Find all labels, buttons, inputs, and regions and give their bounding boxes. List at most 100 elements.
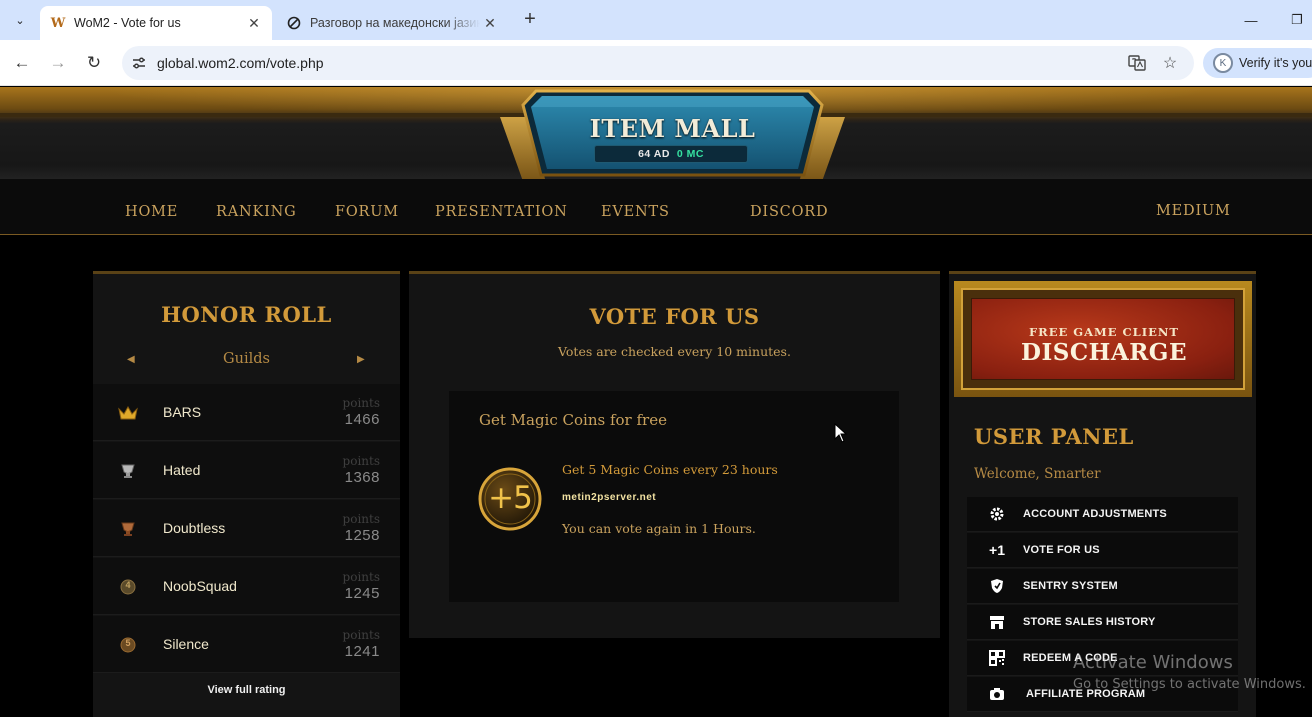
guild-points: 1245	[344, 585, 380, 602]
table-row[interactable]: 4 NoobSquad points 1245	[93, 558, 400, 615]
item-mall-button[interactable]: ITEM MALL 64 AD 0 MC	[500, 87, 845, 187]
browser-toolbar: ← → ↻ global.wom2.com/vote.php ☆ K Verif…	[0, 40, 1312, 86]
nav-ranking[interactable]: RANKING	[216, 204, 297, 220]
website: ITEM MALL 64 AD 0 MC HOME RANKING FORUM …	[0, 87, 1312, 717]
vote-reward-text: Get 5 Magic Coins every 23 hours	[562, 462, 778, 477]
menu-label: SENTRY SYSTEM	[1023, 580, 1118, 592]
vote-panel: VOTE FOR US Votes are checked every 10 m…	[409, 271, 940, 638]
nav-home[interactable]: HOME	[125, 204, 178, 220]
nav-forum[interactable]: FORUM	[335, 204, 399, 220]
table-row[interactable]: Hated points 1368	[93, 442, 400, 499]
openai-favicon-icon	[286, 15, 302, 31]
view-full-rating-link[interactable]: View full rating	[93, 684, 400, 696]
table-row[interactable]: BARS points 1466	[93, 384, 400, 441]
minimize-window-icon[interactable]: ―	[1239, 8, 1263, 32]
tab-macedonian-chat[interactable]: Разговор на македонски јазик ✕	[276, 6, 508, 40]
crown-icon	[118, 404, 138, 422]
guild-points: 1241	[344, 643, 380, 660]
menu-label: VOTE FOR US	[1023, 544, 1100, 556]
user-panel-title: USER PANEL	[974, 424, 1134, 449]
rank-number: 4	[125, 580, 131, 590]
coin-balance: 64 AD 0 MC	[594, 145, 748, 163]
vote-cooldown-text: You can vote again in 1 Hours.	[562, 521, 756, 536]
activate-windows-watermark: Activate Windows	[1073, 652, 1233, 673]
plus-five-coin-icon[interactable]: +5	[478, 467, 542, 531]
close-tab-icon[interactable]: ✕	[480, 13, 500, 33]
vote-site-card: Get Magic Coins for free +5 Get 5 Magic …	[449, 391, 899, 602]
points-label: points	[342, 570, 380, 584]
site-settings-icon[interactable]	[130, 54, 148, 72]
gear-icon	[987, 505, 1007, 523]
menu-label: ACCOUNT ADJUSTMENTS	[1023, 508, 1167, 520]
tab-list-button[interactable]: ⌄	[8, 8, 32, 32]
back-arrow-icon[interactable]: ←	[10, 51, 34, 75]
ad-balance: 64 AD	[638, 148, 670, 160]
close-tab-icon[interactable]: ✕	[244, 13, 264, 33]
shield-icon	[987, 577, 1007, 595]
honor-roll-category: Guilds	[223, 351, 270, 367]
welcome-text: Welcome, Smarter	[974, 466, 1101, 482]
rank-number: 5	[125, 638, 131, 648]
points-label: points	[342, 628, 380, 642]
nav-medium[interactable]: MEDIUM	[1156, 203, 1231, 219]
table-row[interactable]: 5 Silence points 1241	[93, 616, 400, 673]
guild-name: Hated	[163, 462, 201, 478]
coin-badge: +5	[488, 480, 533, 516]
download-client-banner[interactable]: FREE GAME CLIENT DISCHARGE	[954, 281, 1252, 397]
maximize-window-icon[interactable]: ❐	[1285, 8, 1309, 32]
translate-icon[interactable]	[1127, 53, 1147, 73]
menu-item-vote-for-us[interactable]: +1 VOTE FOR US	[967, 533, 1238, 568]
wom2-favicon-icon: W	[50, 15, 66, 31]
item-mall-title: ITEM MALL	[589, 114, 756, 143]
vote-subtitle: Votes are checked every 10 minutes.	[558, 344, 791, 359]
plus-one-icon: +1	[989, 542, 1005, 558]
rank-5-icon: 5	[118, 636, 138, 654]
browser-tab-bar: ⌄ W WoM2 - Vote for us ✕ Разговор на мак…	[0, 0, 1312, 40]
menu-item-store-sales-history[interactable]: STORE SALES HISTORY	[967, 605, 1238, 640]
guild-points: 1466	[344, 411, 380, 428]
guild-points: 1368	[344, 469, 380, 486]
user-panel: FREE GAME CLIENT DISCHARGE USER PANEL We…	[949, 271, 1256, 717]
profile-avatar: K	[1213, 53, 1233, 73]
main-navigation: HOME RANKING FORUM PRESENTATION EVENTS D…	[0, 179, 1312, 235]
menu-item-sentry-system[interactable]: SENTRY SYSTEM	[967, 569, 1238, 604]
mc-balance: 0 MC	[676, 148, 704, 160]
new-tab-button[interactable]: +	[520, 9, 540, 30]
rank-4-icon: 4	[118, 578, 138, 596]
guild-name: NoobSquad	[163, 578, 237, 594]
banner-subtitle: FREE GAME CLIENT	[1029, 325, 1179, 339]
profile-verify-chip[interactable]: K Verify it's you	[1203, 48, 1312, 78]
menu-item-account-adjustments[interactable]: ACCOUNT ADJUSTMENTS	[967, 497, 1238, 532]
camera-icon	[987, 685, 1007, 703]
nav-events[interactable]: EVENTS	[601, 204, 670, 220]
nav-presentation[interactable]: PRESENTATION	[435, 204, 568, 220]
honor-roll-panel: HONOR ROLL ◀ Guilds ▶ BARS points 1466 H…	[93, 271, 400, 717]
vote-site-link[interactable]: metin2pserver.net	[562, 492, 656, 503]
nav-discord[interactable]: DISCORD	[750, 204, 828, 220]
tab-wom2-vote[interactable]: W WoM2 - Vote for us ✕	[40, 6, 272, 40]
table-row[interactable]: Doubtless points 1258	[93, 500, 400, 557]
bookmark-star-icon[interactable]: ☆	[1160, 53, 1180, 73]
vote-title: VOTE FOR US	[589, 304, 760, 329]
menu-label: STORE SALES HISTORY	[1023, 616, 1156, 628]
guild-name: Doubtless	[163, 520, 226, 536]
url-text: global.wom2.com/vote.php	[157, 55, 324, 71]
bronze-cup-icon	[118, 520, 138, 538]
chevron-down-icon: ⌄	[15, 14, 25, 27]
forward-arrow-icon[interactable]: →	[46, 51, 70, 75]
tab-title: Разговор на македонски јазик	[310, 16, 480, 30]
points-label: points	[342, 512, 380, 526]
points-label: points	[342, 454, 380, 468]
points-label: points	[342, 396, 380, 410]
store-icon	[987, 613, 1007, 631]
verify-label: Verify it's you	[1239, 56, 1312, 70]
next-arrow-icon[interactable]: ▶	[357, 354, 365, 365]
mouse-cursor-icon	[834, 423, 848, 443]
tab-title: WoM2 - Vote for us	[74, 16, 181, 30]
banner-title: DISCHARGE	[1021, 339, 1187, 366]
honor-roll-title: HONOR ROLL	[161, 302, 332, 327]
guild-name: BARS	[163, 404, 202, 420]
address-bar[interactable]: global.wom2.com/vote.php ☆	[122, 46, 1194, 80]
reload-icon[interactable]: ↻	[82, 51, 106, 75]
guild-points: 1258	[344, 527, 380, 544]
